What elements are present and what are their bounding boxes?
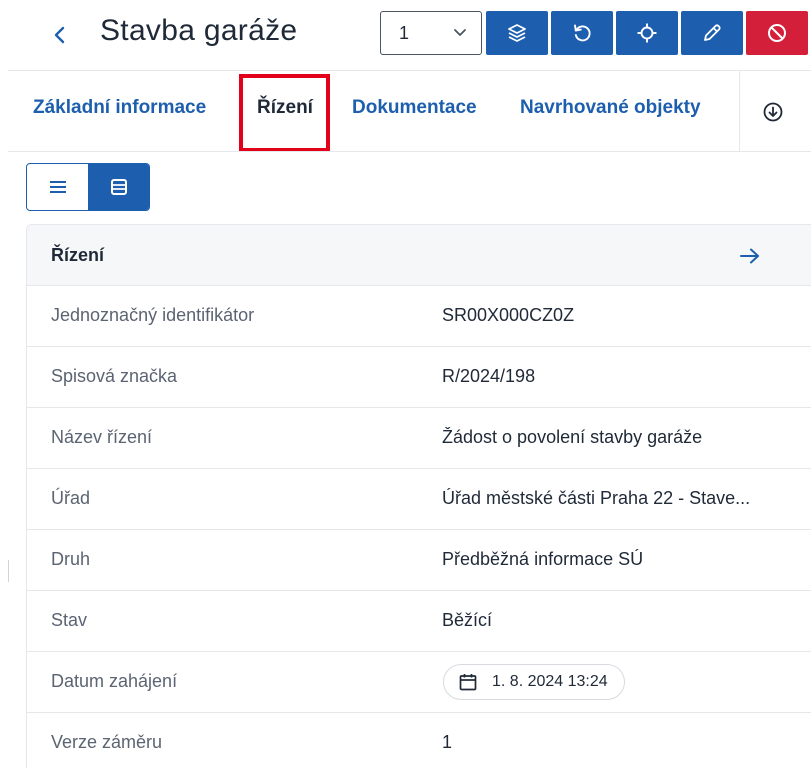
row-label: Datum zahájení — [51, 671, 178, 691]
refresh-icon — [574, 24, 591, 42]
row-label: Jednoznačný identifikátor — [51, 305, 255, 325]
table-view-button[interactable] — [88, 164, 149, 210]
table-rows-icon — [110, 179, 127, 195]
list-view-button[interactable] — [27, 164, 88, 210]
cancel-button[interactable] — [746, 11, 808, 55]
tab-navrhovane-objekty[interactable]: Navrhované objekty — [520, 97, 701, 119]
detail-row: Datum zahájení 1. 8. 2024 13:24 — [27, 652, 811, 713]
row-value: Předběžná informace SÚ — [442, 549, 644, 569]
card-open-button[interactable] — [737, 243, 763, 269]
refresh-button[interactable] — [551, 11, 613, 55]
pencil-icon — [704, 24, 721, 41]
tabs-divider — [8, 151, 811, 152]
detail-row: Druh Předběžná informace SÚ — [27, 530, 811, 591]
page-header: Stavba garáže 1 — [0, 0, 811, 70]
row-label: Název řízení — [51, 427, 153, 447]
back-button[interactable] — [48, 20, 72, 50]
version-select[interactable]: 1 — [380, 11, 482, 55]
row-label: Druh — [51, 549, 91, 569]
calendar-icon — [459, 674, 477, 691]
circle-arrow-down-icon — [763, 102, 783, 122]
detail-row: Úřad Úřad městské části Praha 22 - Stave… — [27, 469, 811, 530]
row-value: SR00X000CZ0Z — [442, 305, 575, 325]
row-value: Běžící — [442, 610, 493, 630]
more-tabs-button[interactable] — [760, 99, 786, 125]
row-label: Verze záměru — [51, 732, 163, 752]
tab-dokumentace[interactable]: Dokumentace — [352, 97, 477, 119]
app-root: Stavba garáže 1 Základní informace Řízen… — [0, 0, 811, 768]
detail-row: Verze záměru 1 — [27, 713, 811, 768]
card-header: Řízení — [27, 225, 811, 286]
detail-row: Spisová značka R/2024/198 — [27, 347, 811, 408]
page-title: Stavba garáže — [100, 14, 298, 47]
row-value: Žádost o povolení stavby garáže — [442, 427, 703, 447]
date-chip: 1. 8. 2024 13:24 — [443, 664, 625, 700]
date-value: 1. 8. 2024 13:24 — [492, 673, 608, 690]
row-label: Stav — [51, 610, 88, 630]
tab-bar: Základní informace Řízení Dokumentace Na… — [0, 71, 811, 152]
layers-button[interactable] — [486, 11, 548, 55]
chevron-left-icon — [54, 26, 65, 44]
list-icon — [49, 181, 66, 193]
row-value: Úřad městské části Praha 22 - Stave... — [442, 488, 751, 508]
row-label: Úřad — [51, 488, 91, 508]
tab-rizeni[interactable]: Řízení — [257, 97, 313, 119]
detail-row: Stav Běžící — [27, 591, 811, 652]
crosshair-icon — [637, 23, 657, 43]
row-value: R/2024/198 — [442, 366, 536, 386]
row-value: 1 — [442, 732, 453, 752]
tab-zakladni-informace[interactable]: Základní informace — [33, 97, 206, 119]
chevron-down-icon — [454, 29, 466, 36]
card-title: Řízení — [51, 245, 105, 265]
block-icon — [768, 24, 786, 42]
tabs-divider-vertical — [739, 71, 740, 151]
edit-button[interactable] — [681, 11, 743, 55]
resize-handle[interactable] — [8, 560, 9, 582]
locate-button[interactable] — [616, 11, 678, 55]
rizeni-card: Řízení Jednoznačný identifikátor SR00X00… — [26, 224, 811, 768]
version-select-value: 1 — [399, 22, 410, 43]
arrow-right-icon — [740, 248, 759, 264]
detail-row: Název řízení Žádost o povolení stavby ga… — [27, 408, 811, 469]
view-toggle — [26, 163, 150, 211]
layers-icon — [508, 24, 526, 42]
row-label: Spisová značka — [51, 366, 178, 386]
detail-row: Jednoznačný identifikátor SR00X000CZ0Z — [27, 286, 811, 347]
